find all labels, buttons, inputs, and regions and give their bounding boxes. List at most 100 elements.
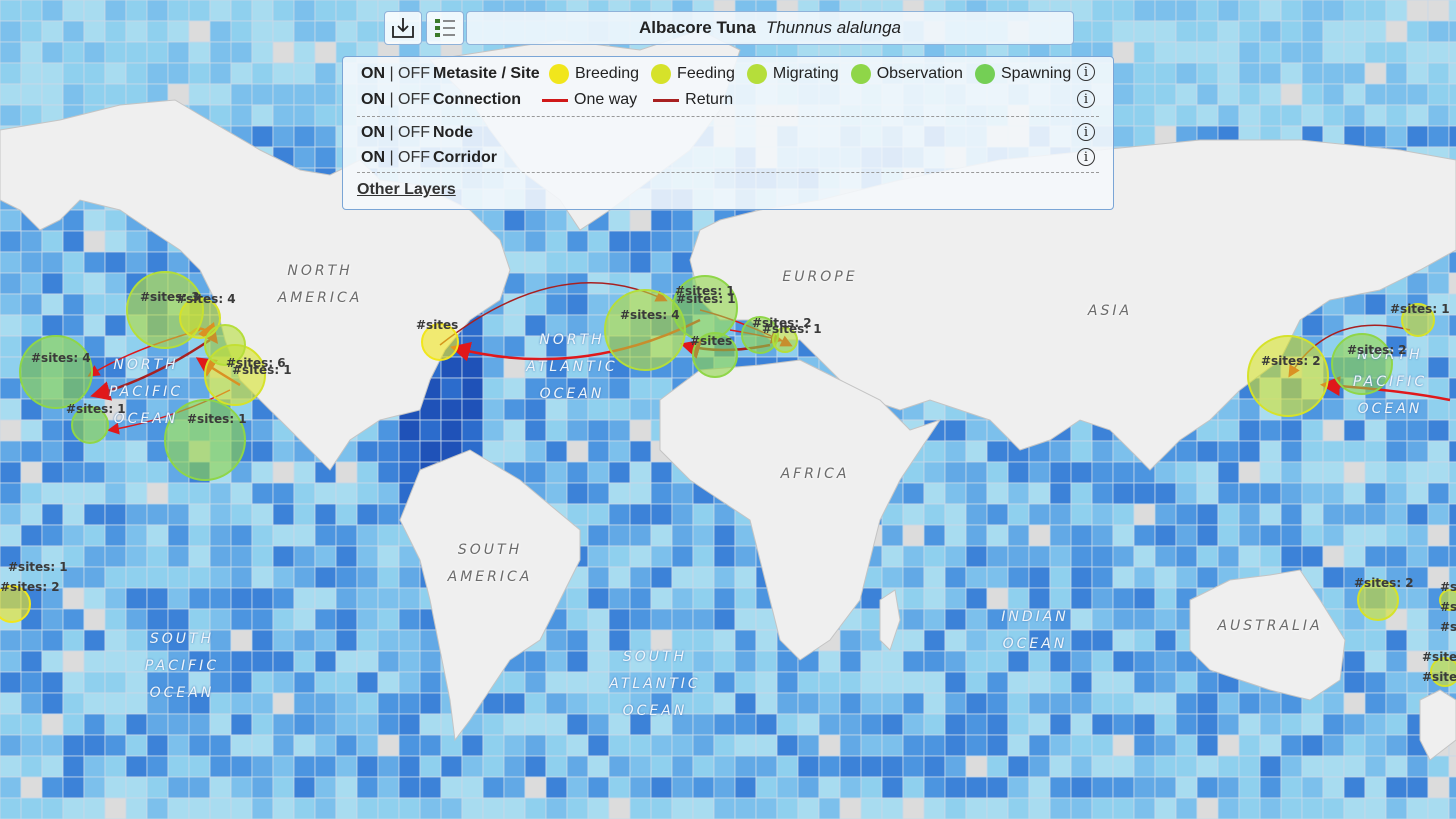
- layer-toggle[interactable]: ON | OFF: [361, 65, 433, 83]
- grid-cell: [125, 20, 148, 43]
- grid-cell: [272, 776, 295, 799]
- on-toggle[interactable]: ON: [361, 124, 385, 141]
- info-icon[interactable]: i: [1077, 148, 1095, 166]
- grid-cell: [1427, 272, 1450, 295]
- grid-cell: [167, 41, 190, 64]
- grid-cell: [1301, 0, 1324, 22]
- grid-cell: [251, 482, 274, 505]
- grid-cell: [881, 524, 904, 547]
- grid-cell: [1154, 566, 1177, 589]
- grid-cell: [881, 734, 904, 757]
- grid-cell: [608, 482, 631, 505]
- grid-cell: [524, 734, 547, 757]
- grid-cell: [104, 503, 127, 526]
- grid-cell: [608, 755, 631, 778]
- grid-cell: [41, 293, 64, 316]
- other-layers-link[interactable]: Other Layers: [357, 181, 456, 199]
- grid-cell: [1343, 545, 1366, 568]
- grid-cell: [1238, 692, 1261, 715]
- grid-cell: [62, 587, 85, 610]
- on-toggle[interactable]: ON: [361, 149, 385, 166]
- grid-cell: [293, 503, 316, 526]
- grid-cell: [104, 734, 127, 757]
- return-line-icon: [653, 98, 680, 102]
- grid-cell: [314, 62, 337, 85]
- grid-cell: [1280, 62, 1303, 85]
- off-toggle[interactable]: OFF: [398, 149, 430, 166]
- grid-cell: [1385, 755, 1408, 778]
- grid-cell: [1322, 566, 1345, 589]
- grid-cell: [0, 797, 22, 819]
- grid-cell: [104, 272, 127, 295]
- grid-cell: [440, 797, 463, 819]
- off-toggle[interactable]: OFF: [398, 124, 430, 141]
- grid-cell: [461, 398, 484, 421]
- info-icon[interactable]: i: [1077, 90, 1095, 108]
- grid-cell: [923, 440, 946, 463]
- layer-toggle[interactable]: ON | OFF: [361, 91, 433, 109]
- layer-toggle[interactable]: ON | OFF: [361, 149, 433, 167]
- off-toggle[interactable]: OFF: [398, 65, 430, 82]
- grid-cell: [1154, 503, 1177, 526]
- grid-cell: [1028, 734, 1051, 757]
- grid-cell: [524, 461, 547, 484]
- label-north-atlantic: NORTH ATLANTIC OCEAN: [522, 327, 622, 408]
- grid-cell: [1322, 104, 1345, 127]
- grid-cell: [608, 545, 631, 568]
- grid-cell: [986, 545, 1009, 568]
- grid-cell: [1322, 797, 1345, 819]
- grid-cell: [335, 629, 358, 652]
- grid-cell: [335, 503, 358, 526]
- grid-cell: [0, 650, 22, 673]
- grid-cell: [251, 545, 274, 568]
- grid-cell: [0, 272, 22, 295]
- grid-cell: [650, 608, 673, 631]
- info-icon[interactable]: i: [1077, 123, 1095, 141]
- grid-cell: [20, 41, 43, 64]
- grid-cell: [1007, 776, 1030, 799]
- grid-cell: [692, 524, 715, 547]
- grid-cell: [0, 692, 22, 715]
- grid-cell: [1028, 482, 1051, 505]
- on-toggle[interactable]: ON: [361, 65, 385, 82]
- grid-cell: [1364, 41, 1387, 64]
- legend-label: Feeding: [677, 65, 735, 82]
- grid-cell: [293, 797, 316, 819]
- grid-cell: [272, 62, 295, 85]
- grid-cell: [1448, 524, 1456, 547]
- grid-cell: [1427, 461, 1450, 484]
- grid-cell: [1322, 20, 1345, 43]
- grid-cell: [146, 566, 169, 589]
- grid-cell: [671, 734, 694, 757]
- grid-cell: [1322, 713, 1345, 736]
- grid-cell: [62, 461, 85, 484]
- download-button[interactable]: [384, 11, 422, 45]
- on-toggle[interactable]: ON: [361, 91, 385, 108]
- grid-cell: [1112, 503, 1135, 526]
- grid-cell: [41, 251, 64, 274]
- legend-toggle-button[interactable]: [426, 11, 464, 45]
- grid-cell: [1280, 83, 1303, 106]
- grid-cell: [503, 797, 526, 819]
- grid-cell: [587, 419, 610, 442]
- grid-cell: [104, 755, 127, 778]
- layer-toggle[interactable]: ON | OFF: [361, 124, 433, 142]
- grid-cell: [629, 734, 652, 757]
- off-toggle[interactable]: OFF: [398, 91, 430, 108]
- grid-cell: [923, 671, 946, 694]
- grid-cell: [524, 293, 547, 316]
- grid-cell: [62, 251, 85, 274]
- site-circle[interactable]: [19, 335, 93, 409]
- grid-cell: [41, 776, 64, 799]
- grid-cell: [545, 629, 568, 652]
- grid-cell: [1343, 692, 1366, 715]
- grid-cell: [230, 545, 253, 568]
- site-circle[interactable]: [1247, 335, 1329, 417]
- info-icon[interactable]: i: [1077, 63, 1095, 81]
- grid-cell: [1007, 566, 1030, 589]
- site-count-label: #sites: 1: [762, 322, 822, 336]
- legend-dot-icon: [651, 64, 672, 84]
- grid-cell: [0, 461, 22, 484]
- grid-cell: [125, 440, 148, 463]
- grid-cell: [1070, 0, 1093, 22]
